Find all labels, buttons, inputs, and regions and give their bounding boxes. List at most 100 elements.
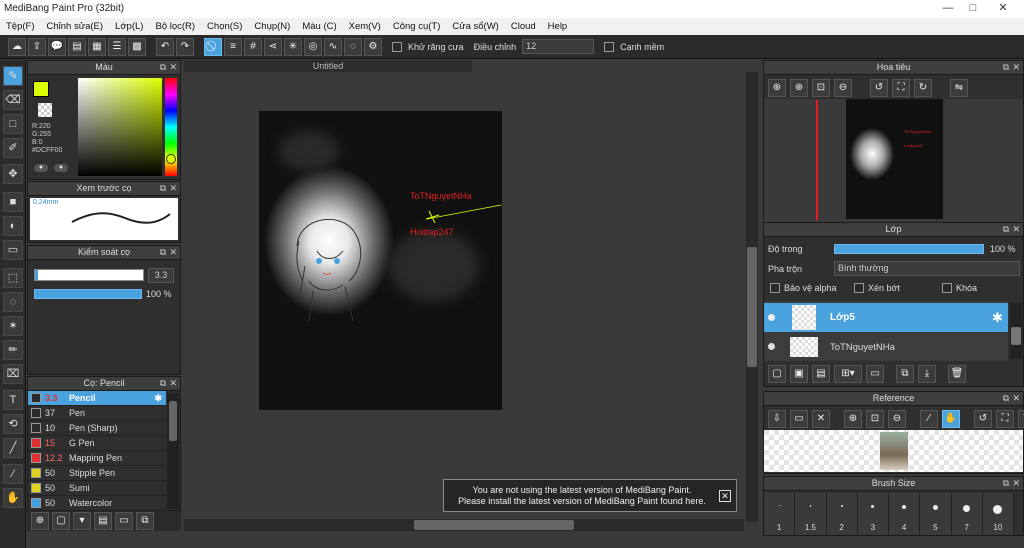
hue-slider[interactable] bbox=[165, 78, 177, 176]
zoom-out-icon[interactable]: ⊖ bbox=[888, 410, 906, 428]
brush-list-item[interactable]: 50 Watercolor bbox=[28, 496, 166, 511]
menu-filter[interactable]: Bộ lọc(R) bbox=[155, 21, 195, 32]
minimize-button[interactable]: — bbox=[937, 0, 959, 18]
brush-copy-icon[interactable]: ⧉ bbox=[136, 512, 154, 530]
curve-snap-icon[interactable]: ∿ bbox=[324, 37, 342, 56]
fill-rect-tool-icon[interactable]: ■ bbox=[3, 192, 23, 212]
brush-size-option[interactable]: 2 bbox=[826, 493, 858, 535]
vertical-scroll-thumb[interactable] bbox=[747, 247, 757, 367]
fit-icon[interactable]: ⊡ bbox=[866, 410, 884, 428]
perspective-snap-icon[interactable]: ⋖ bbox=[264, 37, 282, 56]
snap-settings-icon[interactable]: ⚙ bbox=[364, 37, 382, 56]
fit-all-icon[interactable]: ⛶ bbox=[892, 79, 910, 97]
brush-list-item[interactable]: 10 Pen (Sharp) bbox=[28, 421, 166, 436]
close-panel-icon[interactable]: ✕ bbox=[1012, 392, 1020, 405]
reference-image-area[interactable] bbox=[764, 430, 1023, 472]
add-layer-menu-icon[interactable]: ⊞▾ bbox=[834, 365, 862, 383]
brush-settings-icon[interactable]: ▤ bbox=[94, 512, 112, 530]
brush-list-item[interactable]: 12.2 Mapping Pen bbox=[28, 451, 166, 466]
close-panel-icon[interactable]: ✕ bbox=[169, 377, 177, 390]
brush-size-option[interactable]: 1.5 bbox=[795, 493, 827, 535]
brush-size-option[interactable]: 7 bbox=[951, 493, 983, 535]
lock-checkbox[interactable] bbox=[942, 283, 952, 293]
zoom-in-icon[interactable]: ⊕ bbox=[768, 79, 786, 97]
saturation-value-picker[interactable] bbox=[78, 78, 162, 176]
layer-folder-icon[interactable]: ▭ bbox=[866, 365, 884, 383]
horizontal-scrollbar[interactable] bbox=[184, 519, 744, 531]
menu-cloud[interactable]: Cloud bbox=[511, 21, 536, 32]
close-panel-icon[interactable]: ✕ bbox=[1012, 61, 1020, 74]
close-panel-icon[interactable]: ✕ bbox=[169, 182, 177, 195]
brush-size-option[interactable]: 3 bbox=[857, 493, 889, 535]
brush-list-item[interactable]: 37 Pen bbox=[28, 406, 166, 421]
float-icon[interactable]: ⧉ bbox=[1003, 477, 1009, 490]
brush-list-item[interactable]: 3.3 Pencil ✱ bbox=[28, 391, 166, 406]
new-layer-icon[interactable]: ▢ bbox=[768, 365, 786, 383]
cloud-download-icon[interactable]: ⇩ bbox=[768, 410, 786, 428]
rotate-left-icon[interactable]: ↺ bbox=[870, 79, 888, 97]
layer-scrollbar[interactable] bbox=[1010, 303, 1022, 359]
brush-size-option[interactable]: 1 bbox=[764, 493, 796, 535]
new-file-icon[interactable]: ▤ bbox=[68, 37, 86, 56]
brush-settings-gear-icon[interactable]: ✱ bbox=[154, 393, 162, 404]
menu-help[interactable]: Help bbox=[548, 21, 568, 32]
soft-edge-checkbox[interactable] bbox=[604, 41, 615, 52]
brush-list-item[interactable]: 50 Stipple Pen bbox=[28, 466, 166, 481]
select-pen-tool-icon[interactable]: ✏ bbox=[3, 340, 23, 360]
float-icon[interactable]: ⧉ bbox=[160, 61, 166, 74]
float-icon[interactable]: ⧉ bbox=[1003, 392, 1009, 405]
fit-all-icon[interactable]: ⛶ bbox=[996, 410, 1014, 428]
visibility-icon[interactable] bbox=[768, 343, 775, 350]
document-icon[interactable]: ▦ bbox=[88, 37, 106, 56]
menu-select[interactable]: Chọn(S) bbox=[207, 21, 242, 32]
open-folder-icon[interactable]: ▭ bbox=[790, 410, 808, 428]
redo-icon[interactable]: ↷ bbox=[176, 37, 194, 56]
brush-size-option[interactable]: 4 bbox=[889, 493, 921, 535]
new-halftone-layer-icon[interactable]: ▣ bbox=[790, 365, 808, 383]
menu-snap[interactable]: Chụp(N) bbox=[254, 21, 290, 32]
layer-row-lop5[interactable]: Lớp5 ✱ bbox=[764, 303, 1008, 332]
tab-untitled[interactable]: Untitled bbox=[184, 60, 472, 72]
brush-folder-icon[interactable]: ▭ bbox=[115, 512, 133, 530]
close-notice-icon[interactable]: ✕ bbox=[719, 490, 731, 502]
duplicate-layer-icon[interactable]: ⧉ bbox=[896, 365, 914, 383]
list-icon[interactable]: ☰ bbox=[108, 37, 126, 56]
primary-color-swatch[interactable] bbox=[33, 81, 49, 97]
brush-opacity-slider[interactable] bbox=[34, 289, 142, 299]
transparent-swatch[interactable] bbox=[38, 103, 52, 117]
blend-mode-select[interactable]: Bình thường bbox=[834, 261, 1020, 276]
close-reference-icon[interactable]: ✕ bbox=[812, 410, 830, 428]
layer-settings-icon[interactable]: ✱ bbox=[992, 310, 1003, 326]
layer-row-totnguyetnha[interactable]: ToTNguyetNHa bbox=[764, 333, 1008, 361]
remove-color-button[interactable]: ● bbox=[54, 164, 68, 172]
dot-tool-icon[interactable]: □ bbox=[3, 114, 23, 134]
correction-select[interactable]: 12 bbox=[522, 39, 595, 54]
rotate-right-icon[interactable]: ↻ bbox=[914, 79, 932, 97]
add-brush-icon[interactable]: ⊕ bbox=[31, 512, 49, 530]
eyedropper-tool-icon[interactable]: ⁄ bbox=[3, 464, 23, 484]
text-tool-icon[interactable]: T bbox=[3, 390, 23, 410]
vertical-scrollbar[interactable] bbox=[746, 72, 758, 522]
grid-icon[interactable]: ▩ bbox=[128, 37, 146, 56]
bucket-tool-icon[interactable]: ◐ bbox=[3, 216, 23, 236]
divide-tool-icon[interactable]: ╱ bbox=[3, 438, 23, 458]
radial-snap-icon[interactable]: ✳ bbox=[284, 37, 302, 56]
float-icon[interactable]: ⧉ bbox=[160, 182, 166, 195]
visibility-icon[interactable] bbox=[768, 314, 775, 321]
menu-view[interactable]: Xem(V) bbox=[349, 21, 381, 32]
float-icon[interactable]: ⧉ bbox=[1003, 61, 1009, 74]
eraser-tool-icon[interactable]: ⌫ bbox=[3, 90, 23, 110]
close-window-button[interactable]: ✕ bbox=[988, 0, 1018, 18]
operation-tool-icon[interactable]: ⟲ bbox=[3, 414, 23, 434]
rotate-right-icon[interactable]: ↻ bbox=[1018, 410, 1024, 428]
merge-layer-icon[interactable]: ⤓ bbox=[918, 365, 936, 383]
upload-icon[interactable]: ⇪ bbox=[28, 37, 46, 56]
protect-alpha-checkbox[interactable] bbox=[770, 283, 780, 293]
brush-size-value[interactable]: 3.3 bbox=[148, 268, 174, 283]
brush-menu-icon[interactable]: ▾ bbox=[73, 512, 91, 530]
magic-wand-tool-icon[interactable]: ✶ bbox=[3, 316, 23, 336]
parallel-snap-icon[interactable]: ≡ bbox=[224, 37, 242, 56]
comment-icon[interactable]: 💬 bbox=[48, 37, 66, 56]
select-rect-tool-icon[interactable]: ⬚ bbox=[3, 268, 23, 288]
zoom-out-icon[interactable]: ⊖ bbox=[834, 79, 852, 97]
